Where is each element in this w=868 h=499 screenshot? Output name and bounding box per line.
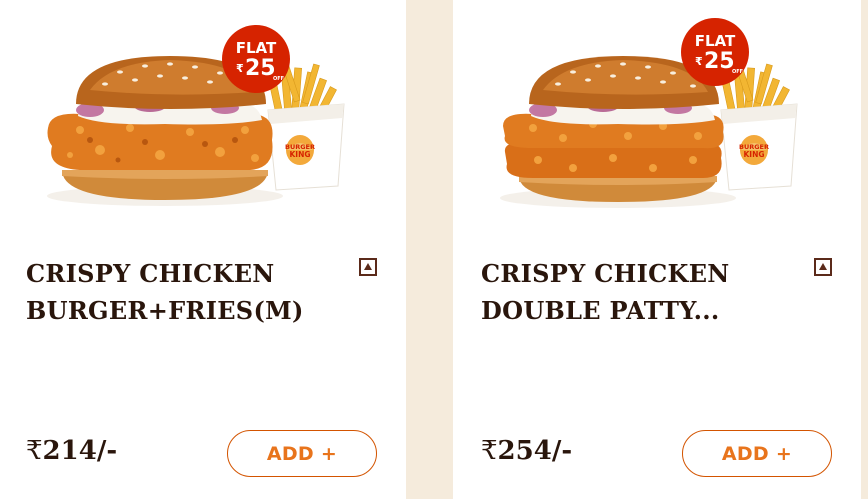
price-value: 214/- (42, 436, 118, 466)
product-title[interactable]: CRISPY CHICKEN DOUBLE PATTY... (481, 255, 730, 329)
product-title-line1: CRISPY CHICKEN (26, 259, 275, 288)
offer-badge: FLAT ₹ 25 OFF (222, 25, 290, 93)
add-to-cart-button[interactable]: ADD + (682, 430, 832, 477)
product-title-line1: CRISPY CHICKEN (481, 259, 730, 288)
product-card[interactable]: BURGER KING FLAT ₹ 25 OFF CRISPY CHICKEN… (0, 0, 406, 499)
price-value: 254/- (497, 436, 573, 466)
svg-text:KING: KING (289, 150, 310, 159)
product-title-line2: DOUBLE PATTY... (481, 296, 720, 325)
non-veg-icon (814, 258, 832, 276)
product-price: ₹254/- (481, 436, 572, 466)
add-to-cart-button[interactable]: ADD + (227, 430, 377, 477)
svg-text:OFF: OFF (732, 69, 743, 75)
product-title[interactable]: CRISPY CHICKEN BURGER+FRIES(M) (26, 255, 304, 329)
price-currency: ₹ (26, 436, 43, 466)
svg-text:25: 25 (245, 56, 276, 81)
svg-text:25: 25 (704, 49, 735, 74)
product-image[interactable]: BURGER KING FLAT ₹ 25 OFF (0, 0, 406, 225)
svg-text:₹: ₹ (695, 55, 703, 68)
product-price: ₹214/- (26, 436, 117, 466)
svg-text:₹: ₹ (236, 62, 244, 75)
svg-text:KING: KING (743, 150, 764, 159)
offer-badge: FLAT ₹ 25 OFF (681, 18, 749, 86)
svg-text:OFF: OFF (273, 76, 284, 82)
product-card[interactable]: BURGER KING FLAT ₹ 25 OFF CRISPY CHICKEN… (453, 0, 861, 499)
price-currency: ₹ (481, 436, 498, 466)
product-image[interactable]: BURGER KING FLAT ₹ 25 OFF (453, 0, 861, 225)
svg-text:FLAT: FLAT (236, 39, 277, 57)
non-veg-icon (359, 258, 377, 276)
fries-image: BURGER KING (720, 61, 798, 191)
product-title-line2: BURGER+FRIES(M) (26, 296, 304, 325)
svg-text:FLAT: FLAT (695, 32, 736, 50)
